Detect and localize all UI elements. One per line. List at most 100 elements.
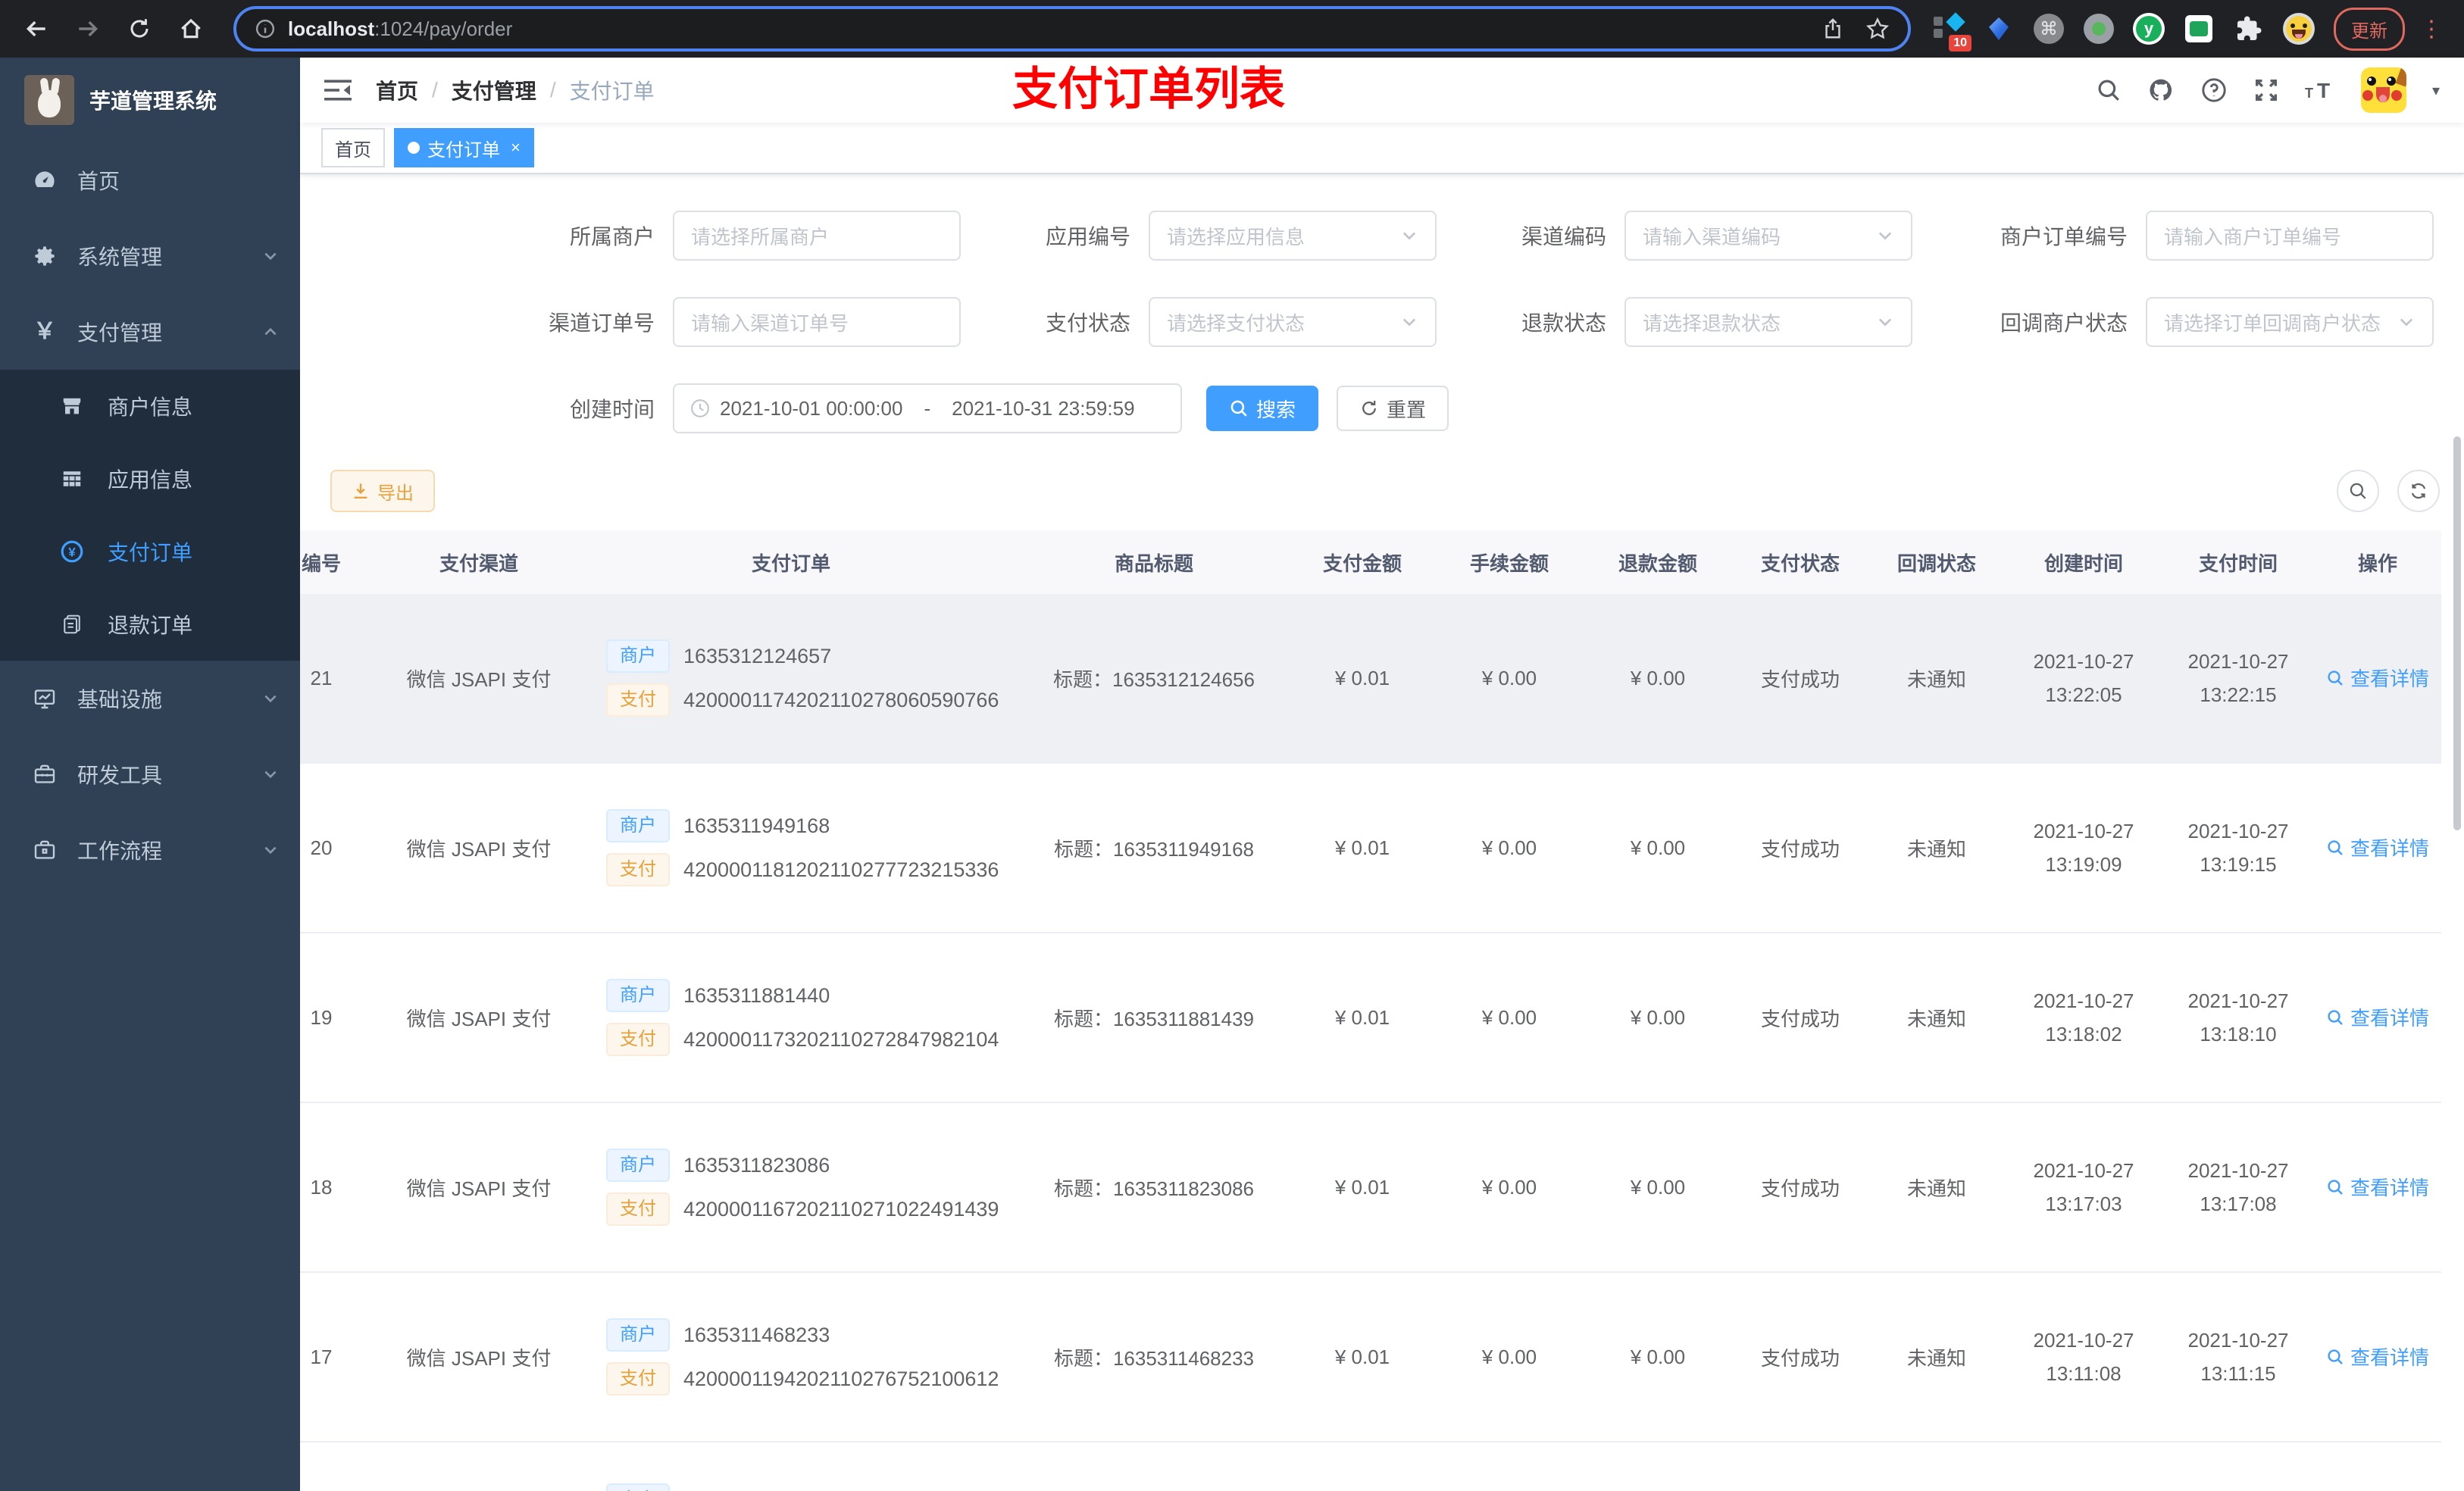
sidebar-item-dev-tools[interactable]: 研发工具	[0, 736, 300, 812]
channel-pay-no: 4200001167202110271022491439	[683, 1197, 999, 1221]
refresh-table-button[interactable]	[2397, 470, 2440, 512]
chrome-update-button[interactable]: 更新	[2334, 7, 2405, 51]
view-detail-link[interactable]: 查看详情	[2326, 1343, 2429, 1371]
view-detail-link[interactable]: 查看详情	[2326, 664, 2429, 692]
col-pay-time: 支付时间	[2198, 552, 2278, 575]
y-extension-icon[interactable]: y	[2132, 12, 2165, 45]
app-title: 芋道管理系统	[89, 89, 217, 113]
channel-code-label: 渠道编码	[1521, 225, 1606, 248]
merchant-order-no-input[interactable]: 请输入商户订单编号	[2146, 211, 2434, 261]
forward-icon[interactable]	[67, 8, 109, 50]
share-icon[interactable]	[1821, 17, 1844, 40]
col-actions: 操作	[2357, 552, 2397, 575]
search-button[interactable]: 搜索	[1206, 386, 1319, 431]
export-button[interactable]: 导出	[330, 470, 435, 512]
pay-tag: 支付	[606, 1192, 670, 1226]
cell-pay-status: 支付成功	[1760, 667, 1840, 691]
table-toolbar: 导出	[321, 470, 2443, 512]
create-time-label: 创建时间	[569, 398, 655, 421]
sidebar-item-system[interactable]: 系统管理	[0, 218, 300, 294]
help-icon[interactable]	[2200, 77, 2228, 104]
pay-status-select[interactable]: 请选择支付状态	[1149, 297, 1437, 347]
active-dot	[408, 142, 420, 154]
reset-button[interactable]: 重置	[1337, 386, 1449, 431]
avatar-caret-icon[interactable]: ▾	[2432, 81, 2440, 100]
chat-extension-icon[interactable]	[2182, 12, 2215, 45]
fullscreen-icon[interactable]	[2253, 77, 2279, 103]
sidebar-item-merchant-info[interactable]: 商户信息	[0, 370, 300, 442]
tag-pay-order[interactable]: 支付订单 ×	[394, 128, 534, 167]
url-bar[interactable]: localhost:1024/pay/order	[233, 6, 1911, 52]
cell-actions: 查看详情	[2314, 1003, 2441, 1032]
chevron-down-icon	[2397, 313, 2416, 331]
chevron-down-icon	[262, 766, 279, 783]
document-icon	[59, 613, 85, 636]
sidebar-item-app-info[interactable]: 应用信息	[0, 442, 300, 515]
show-search-toggle-button[interactable]	[2337, 470, 2379, 512]
grid-icon	[59, 467, 85, 490]
sidebar-item-infrastructure[interactable]: 基础设施	[0, 661, 300, 736]
cell-pay-amount: ¥ 0.01	[1334, 1005, 1390, 1029]
sidebar: 芋道管理系统 首页 系统管理 ￥ 支付管理 商户信息 应用信息 ¥ 支付订单 退…	[0, 58, 300, 1491]
recorder-extension-icon[interactable]	[2082, 12, 2115, 45]
channel-code-select[interactable]: 请输入渠道编码	[1624, 211, 1912, 261]
site-info-icon[interactable]	[255, 18, 276, 39]
view-detail-link[interactable]: 查看详情	[2326, 1003, 2429, 1031]
owner-merchant-input[interactable]: 请选择所属商户	[673, 211, 961, 261]
home-icon[interactable]	[170, 8, 212, 50]
cell-id: 20	[310, 836, 333, 859]
callback-status-select[interactable]: 请选择订单回调商户状态	[2146, 297, 2434, 347]
navbar-actions: TT ▾	[2096, 67, 2440, 113]
col-create-time: 创建时间	[2043, 552, 2123, 575]
create-time-range-input[interactable]: 2021-10-01 00:00:00 - 2021-10-31 23:59:5…	[673, 383, 1182, 433]
annotation-title: 支付订单列表	[1012, 64, 1285, 114]
breadcrumb: 首页 / 支付管理 / 支付订单	[376, 75, 655, 105]
cell-actions: 查看详情	[2314, 1173, 2441, 1202]
breadcrumb-home[interactable]: 首页	[376, 75, 418, 105]
back-icon[interactable]	[15, 8, 58, 50]
view-detail-link[interactable]: 查看详情	[2326, 1173, 2429, 1201]
sidebar-item-payment[interactable]: ￥ 支付管理	[0, 294, 300, 370]
avatar[interactable]	[2360, 67, 2406, 113]
font-size-icon[interactable]: TT	[2305, 78, 2335, 102]
merchant-tag: 商户	[606, 809, 670, 842]
extension-badge: 10	[1949, 35, 1972, 52]
sidebar-item-refund-order[interactable]: 退款订单	[0, 588, 300, 661]
cell-pay-channel: 微信 JSAPI 支付	[406, 1007, 552, 1030]
view-detail-link[interactable]: 查看详情	[2326, 833, 2429, 861]
chrome-menu-icon[interactable]: ⋮	[2414, 16, 2449, 42]
cell-actions: 查看详情	[2314, 1343, 2441, 1371]
sidebar-item-pay-order[interactable]: ¥ 支付订单	[0, 515, 300, 588]
sidebar-item-workflow[interactable]: 工作流程	[0, 812, 300, 888]
scrollbar[interactable]	[2453, 436, 2461, 830]
close-icon[interactable]: ×	[508, 139, 521, 156]
shop-icon	[59, 395, 85, 417]
reload-icon[interactable]	[118, 8, 161, 50]
bookmark-star-icon[interactable]	[1865, 17, 1890, 41]
tag-home[interactable]: 首页	[321, 128, 385, 167]
sidebar-item-home[interactable]: 首页	[0, 142, 300, 218]
collapse-sidebar-icon[interactable]	[324, 78, 352, 102]
app-logo[interactable]: 芋道管理系统	[0, 58, 300, 142]
app-no-select[interactable]: 请选择应用信息	[1149, 211, 1437, 261]
kite-extension-icon[interactable]	[1982, 12, 2015, 45]
browser-toolbar: localhost:1024/pay/order 10 ⌘ y 更新 ⋮	[0, 0, 2464, 58]
pay-status-label: 支付状态	[1045, 311, 1130, 335]
col-pay-channel: 支付渠道	[439, 552, 518, 575]
cell-id: 17	[310, 1345, 333, 1368]
merchant-order-no: 1635311157136	[683, 1489, 828, 1491]
github-icon[interactable]	[2147, 77, 2175, 104]
chevron-down-icon	[262, 842, 279, 858]
extension-grid-icon[interactable]: 10	[1932, 12, 1972, 52]
channel-order-no-input[interactable]: 请输入渠道订单号	[673, 297, 961, 347]
filter-row-3: 创建时间 2021-10-01 00:00:00 - 2021-10-31 23…	[506, 383, 2443, 433]
breadcrumb-payment[interactable]: 支付管理	[452, 75, 536, 105]
merchant-tag: 商户	[606, 639, 670, 673]
cell-id: 21	[310, 666, 333, 689]
command-extension-icon[interactable]: ⌘	[2032, 12, 2065, 45]
profile-emoji-icon[interactable]	[2282, 12, 2315, 45]
puzzle-extensions-icon[interactable]	[2232, 12, 2265, 45]
search-icon[interactable]	[2096, 77, 2122, 103]
cell-create-time: 2021-10-27 13:17:03	[2033, 1159, 2134, 1215]
refund-status-select[interactable]: 请选择退款状态	[1624, 297, 1912, 347]
